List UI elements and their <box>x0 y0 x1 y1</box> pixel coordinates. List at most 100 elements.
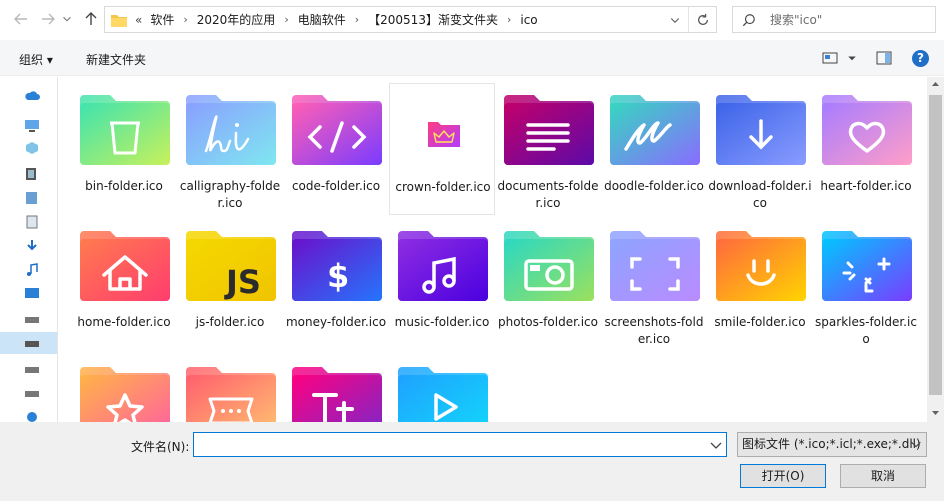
breadcrumb-item[interactable]: 电脑软件 <box>298 11 346 28</box>
ellipsis-frame-icon <box>186 367 276 422</box>
file-item[interactable]: JS js-folder.ico <box>177 219 283 351</box>
file-type-select[interactable]: 图标文件 (*.ico;*.icl;*.exe;*.dll) <box>737 432 927 457</box>
file-item[interactable]: download-folder.ico <box>707 83 813 215</box>
up-button[interactable] <box>80 8 102 30</box>
doodle-icon <box>610 95 700 165</box>
file-item[interactable]: documents-folder.ico <box>495 83 601 215</box>
file-item[interactable]: screenshots-folder.ico <box>601 219 707 351</box>
cancel-button[interactable]: 取消 <box>840 464 926 488</box>
forward-button[interactable] <box>37 8 59 30</box>
bin-icon <box>80 95 170 165</box>
file-item[interactable]: code-folder.ico <box>283 83 389 215</box>
file-item[interactable]: photos-folder.ico <box>495 219 601 351</box>
music-icon <box>398 231 488 301</box>
pictures-icon[interactable] <box>24 191 40 205</box>
filename-field[interactable] <box>193 432 727 457</box>
file-name: screenshots-folder.ico <box>604 315 704 346</box>
navigation-pane[interactable] <box>0 77 58 422</box>
file-item[interactable]: heart-folder.ico <box>813 83 919 215</box>
file-item[interactable] <box>283 355 389 422</box>
cloud-icon[interactable] <box>24 89 40 103</box>
file-item[interactable]: calligraphy-folder.ico <box>177 83 283 215</box>
history-dropdown[interactable] <box>60 8 74 30</box>
documents-icon[interactable] <box>24 215 40 229</box>
file-item[interactable]: crown-folder.ico <box>389 83 495 215</box>
breadcrumb-item[interactable]: 【200513】渐变文件夹 <box>368 11 498 28</box>
music-icon[interactable] <box>24 263 40 277</box>
organize-menu[interactable]: 组织 ▾ <box>19 51 53 68</box>
help-button[interactable]: ? <box>912 48 929 68</box>
search-placeholder: 搜索"ico" <box>770 13 823 27</box>
money-icon: $ <box>292 231 382 301</box>
this-pc-icon[interactable] <box>24 119 40 133</box>
file-name: doodle-folder.ico <box>604 179 704 193</box>
drive-icon[interactable] <box>24 363 40 377</box>
objects-3d-icon[interactable] <box>24 141 40 155</box>
file-name: sparkles-folder.ico <box>815 315 917 346</box>
chevron-down-icon[interactable] <box>708 437 724 453</box>
crown-icon <box>428 122 460 147</box>
sparkles-icon <box>822 231 912 301</box>
text-icon <box>292 367 382 422</box>
documents-icon <box>504 95 594 165</box>
address-bar[interactable]: « 软件 › 2020年的应用 › 电脑软件 › 【200513】渐变文件夹 › ico <box>104 6 717 33</box>
screenshot-frame-icon <box>610 231 700 301</box>
file-item[interactable] <box>389 355 495 422</box>
file-name: home-folder.ico <box>77 315 171 329</box>
file-item[interactable]: sparkles-folder.ico <box>813 219 919 351</box>
breadcrumb-overflow[interactable]: « <box>135 13 142 27</box>
scrollbar-thumb[interactable] <box>929 95 942 395</box>
file-item[interactable]: home-folder.ico <box>71 219 177 351</box>
video-icon[interactable] <box>24 167 40 181</box>
drive-icon[interactable] <box>24 313 40 327</box>
up-arrow-icon <box>85 12 97 25</box>
open-button[interactable]: 打开(O) <box>740 464 826 488</box>
dialog-footer: 文件名(N): 图标文件 (*.ico;*.icl;*.exe;*.dll) 打… <box>0 422 944 501</box>
refresh-button[interactable] <box>688 7 716 32</box>
heart-icon <box>822 95 912 165</box>
file-item[interactable]: $ money-folder.ico <box>283 219 389 351</box>
desktop-icon[interactable] <box>24 287 40 301</box>
file-item[interactable]: bin-folder.ico <box>71 83 177 215</box>
refresh-icon <box>697 13 708 25</box>
vertical-scrollbar[interactable] <box>927 77 944 422</box>
breadcrumb-item[interactable]: 2020年的应用 <box>197 11 276 28</box>
file-item[interactable]: doodle-folder.ico <box>601 83 707 215</box>
view-options-button[interactable] <box>822 48 858 68</box>
search-icon <box>742 13 755 26</box>
breadcrumb: « 软件 › 2020年的应用 › 电脑软件 › 【200513】渐变文件夹 › ico <box>135 7 538 32</box>
chevron-down-icon <box>848 56 856 61</box>
address-row: « 软件 › 2020年的应用 › 电脑软件 › 【200513】渐变文件夹 › ico… <box>0 0 944 40</box>
file-item[interactable] <box>71 355 177 422</box>
chevron-right-icon: › <box>284 13 289 26</box>
preview-pane-button[interactable] <box>876 48 892 68</box>
svg-text:$: $ <box>327 257 349 295</box>
command-toolbar: 组织 ▾ 新建文件夹 ? <box>0 40 944 76</box>
file-name: photos-folder.ico <box>497 315 598 329</box>
file-item[interactable]: smile-folder.ico <box>707 219 813 351</box>
file-item[interactable]: music-folder.ico <box>389 219 495 351</box>
breadcrumb-item[interactable]: 软件 <box>150 11 174 28</box>
download-icon <box>716 95 806 165</box>
drive-icon[interactable] <box>24 337 40 351</box>
scroll-up-icon[interactable] <box>927 77 944 91</box>
search-box[interactable]: 搜索"ico" <box>732 6 936 33</box>
filename-input[interactable] <box>194 433 694 456</box>
scroll-down-icon[interactable] <box>927 406 944 420</box>
file-name: code-folder.ico <box>291 179 381 193</box>
network-icon[interactable] <box>24 409 40 422</box>
file-name: heart-folder.ico <box>820 179 912 193</box>
file-item[interactable] <box>177 355 283 422</box>
file-name: crown-folder.ico <box>395 180 491 194</box>
file-type-value: 图标文件 (*.ico;*.icl;*.exe;*.dll) <box>742 437 921 451</box>
file-list[interactable]: bin-folder.ico calligraphy-folder.ico co… <box>59 77 927 422</box>
chevron-right-icon: › <box>183 13 188 26</box>
address-dropdown[interactable] <box>666 7 684 32</box>
downloads-icon[interactable] <box>24 239 40 253</box>
breadcrumb-item[interactable]: ico <box>520 13 537 27</box>
file-name: calligraphy-folder.ico <box>179 179 281 210</box>
back-button[interactable] <box>10 8 32 30</box>
chevron-down-icon <box>670 17 680 23</box>
drive-icon[interactable] <box>24 387 40 401</box>
new-folder-button[interactable]: 新建文件夹 <box>86 51 146 68</box>
